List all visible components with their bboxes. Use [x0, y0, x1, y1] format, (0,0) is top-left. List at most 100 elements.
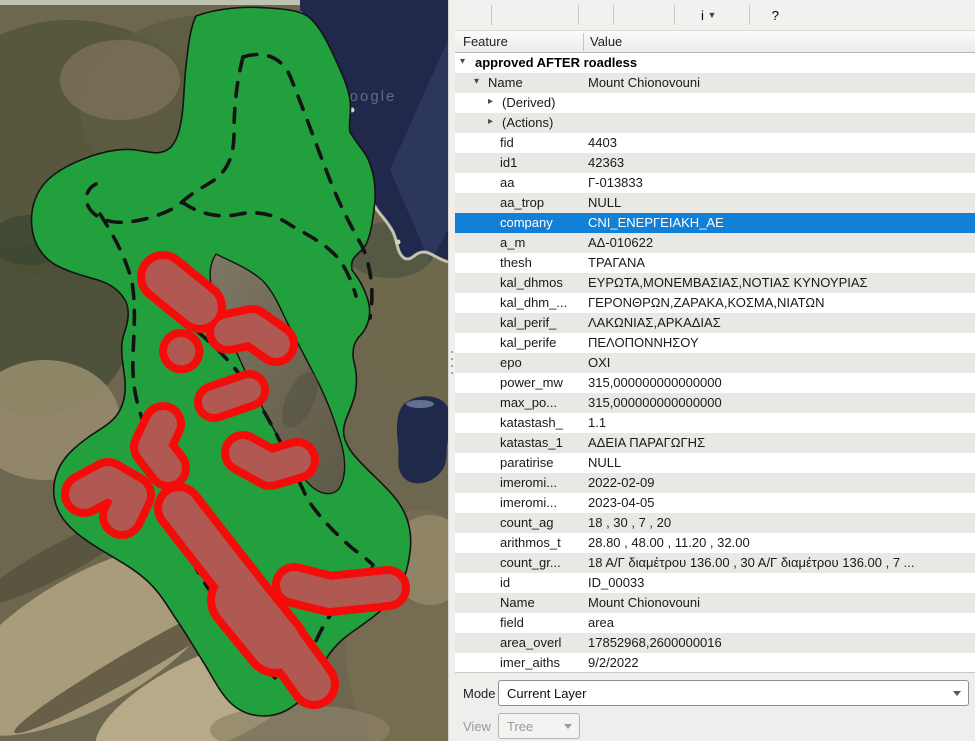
toolbar-separator: [491, 5, 492, 25]
tree-row[interactable]: id1 42363: [455, 153, 975, 173]
feature-value: 2023-04-05: [588, 495, 973, 510]
feature-label: approved AFTER roadless: [475, 55, 637, 70]
feature-value: 28.80 , 48.00 , 11.20 , 32.00: [588, 535, 973, 550]
feature-label: kal_dhmos: [500, 275, 563, 290]
feature-value: ΟΧΙ: [588, 355, 973, 370]
tree-row[interactable]: power_mw 315,000000000000000: [455, 373, 975, 393]
feature-value: 42363: [588, 155, 973, 170]
feature-value: ΑΔΕΙΑ ΠΑΡΑΓΩΓΗΣ: [588, 435, 973, 450]
tree-row[interactable]: ▾ approved AFTER roadless: [455, 53, 975, 73]
expand-tree-button[interactable]: [496, 3, 522, 28]
expand-new-results-button[interactable]: [548, 3, 574, 28]
column-divider[interactable]: [583, 33, 584, 51]
view-select[interactable]: Tree: [498, 713, 580, 739]
clear-results-button[interactable]: [583, 3, 609, 28]
tree-row[interactable]: katastash_ 1.1: [455, 413, 975, 433]
feature-value: 17852968,2600000016: [588, 635, 973, 650]
feature-label: (Derived): [502, 95, 555, 110]
print-button[interactable]: [644, 3, 670, 28]
feature-label: max_po...: [500, 395, 557, 410]
tree-row[interactable]: kal_perife ΠΕΛΟΠΟΝΝΗΣΟΥ: [455, 333, 975, 353]
tree-row[interactable]: max_po... 315,000000000000000: [455, 393, 975, 413]
help-button[interactable]: ?: [754, 3, 780, 28]
tree-row[interactable]: field area: [455, 613, 975, 633]
feature-label: imer_aiths: [500, 655, 560, 670]
feature-value: 18 , 30 , 7 , 20: [588, 515, 973, 530]
tree-row[interactable]: ▸ (Actions): [455, 113, 975, 133]
map-canvas[interactable]: Google: [0, 0, 448, 741]
feature-label: thesh: [500, 255, 532, 270]
tree-row[interactable]: fid 4403: [455, 133, 975, 153]
tree-row[interactable]: imeromi... 2022-02-09: [455, 473, 975, 493]
tree-row[interactable]: epo ΟΧΙ: [455, 353, 975, 373]
expand-arrow[interactable]: ▸: [488, 96, 493, 107]
feature-value: Γ-013833: [588, 175, 973, 190]
expand-arrow[interactable]: ▾: [474, 76, 479, 87]
feature-label: area_overl: [500, 635, 561, 650]
feature-label: kal_perif_: [500, 315, 556, 330]
view-value: Tree: [507, 719, 533, 734]
feature-label: aa_trop: [500, 195, 544, 210]
tree-row[interactable]: company CNI_ΕΝΕΡΓΕΙΑΚΗ_ΑΕ: [455, 213, 975, 233]
feature-label: epo: [500, 355, 522, 370]
feature-value: CNI_ΕΝΕΡΓΕΙΑΚΗ_ΑΕ: [588, 215, 973, 230]
tree-row[interactable]: ▾ Name Mount Chionovouni: [455, 73, 975, 93]
tree-row[interactable]: aa_trop NULL: [455, 193, 975, 213]
attribute-tree: ▾ approved AFTER roadless ▾ Name Mount C…: [455, 53, 975, 672]
tree-row[interactable]: Name Mount Chionovouni: [455, 593, 975, 613]
feature-label: arithmos_t: [500, 535, 561, 550]
feature-value: ΓΕΡΟΝΘΡΩΝ,ΖΑΡΑΚΑ,ΚΟΣΜΑ,ΝΙΑΤΩΝ: [588, 295, 973, 310]
toolbar-separator: [613, 5, 614, 25]
feature-value: ΛΑΚΩΝΙΑΣ,ΑΡΚΑΔΙΑΣ: [588, 315, 973, 330]
mode-label: Mode: [463, 686, 498, 701]
tree-row[interactable]: arithmos_t 28.80 , 48.00 , 11.20 , 32.00: [455, 533, 975, 553]
feature-label: id1: [500, 155, 517, 170]
tree-row[interactable]: kal_dhm_... ΓΕΡΟΝΘΡΩΝ,ΖΑΡΑΚΑ,ΚΟΣΜΑ,ΝΙΑΤΩ…: [455, 293, 975, 313]
tree-row[interactable]: kal_perif_ ΛΑΚΩΝΙΑΣ,ΑΡΚΑΔΙΑΣ: [455, 313, 975, 333]
toolbar-separator: [674, 5, 675, 25]
tree-row[interactable]: paratirise NULL: [455, 453, 975, 473]
tree-row[interactable]: thesh ΤΡΑΓΑΝΑ: [455, 253, 975, 273]
tree-row[interactable]: a_m ΑΔ-010622: [455, 233, 975, 253]
feature-value: Mount Chionovouni: [588, 75, 973, 90]
expand-arrow[interactable]: ▸: [488, 116, 493, 127]
tree-row[interactable]: count_gr... 18 Α/Γ διαμέτρου 136.00 , 30…: [455, 553, 975, 573]
mode-select[interactable]: Current Layer: [498, 680, 969, 706]
feature-label: kal_perife: [500, 335, 556, 350]
feature-label: aa: [500, 175, 514, 190]
tree-row[interactable]: kal_dhmos ΕΥΡΩΤΑ,ΜΟΝΕΜΒΑΣΙΑΣ,ΝΟΤΙΑΣ ΚΥΝΟ…: [455, 273, 975, 293]
settings-wrench-button[interactable]: [719, 3, 745, 28]
tree-row[interactable]: id ID_00033: [455, 573, 975, 593]
feature-value: 4403: [588, 135, 973, 150]
feature-label: power_mw: [500, 375, 563, 390]
toolbar-separator: [749, 5, 750, 25]
chevron-down-icon: ▼: [708, 11, 717, 20]
identify-mode-dropdown[interactable]: ▼: [705, 3, 719, 28]
feature-label: imeromi...: [500, 495, 557, 510]
tree-row[interactable]: imeromi... 2023-04-05: [455, 493, 975, 513]
feature-label: count_ag: [500, 515, 554, 530]
feature-value: 18 Α/Γ διαμέτρου 136.00 , 30 Α/Γ διαμέτρ…: [588, 555, 973, 570]
expand-arrow[interactable]: ▾: [460, 56, 465, 67]
feature-value: 315,000000000000000: [588, 375, 973, 390]
feature-label: count_gr...: [500, 555, 561, 570]
collapse-tree-button[interactable]: [522, 3, 548, 28]
tree-row[interactable]: aa Γ-013833: [455, 173, 975, 193]
identify-toolbar: i ▼ ?: [455, 0, 975, 31]
identify-mode-button[interactable]: i: [679, 3, 705, 28]
splitter-handle[interactable]: [451, 346, 454, 379]
tree-row[interactable]: area_overl 17852968,2600000016: [455, 633, 975, 653]
tree-row[interactable]: ▸ (Derived): [455, 93, 975, 113]
tree-row[interactable]: count_ag 18 , 30 , 7 , 20: [455, 513, 975, 533]
copy-feature-button[interactable]: [618, 3, 644, 28]
feature-label: company: [500, 215, 553, 230]
tree-row[interactable]: katastas_1 ΑΔΕΙΑ ΠΑΡΑΓΩΓΗΣ: [455, 433, 975, 453]
feature-label: Name: [488, 75, 523, 90]
feature-value: NULL: [588, 455, 973, 470]
feature-label: field: [500, 615, 524, 630]
chevron-down-icon: [953, 691, 961, 696]
view-label: View: [463, 719, 498, 734]
form-view-button[interactable]: [461, 3, 487, 28]
feature-label: katastash_: [500, 415, 563, 430]
tree-row[interactable]: imer_aiths 9/2/2022: [455, 653, 975, 672]
